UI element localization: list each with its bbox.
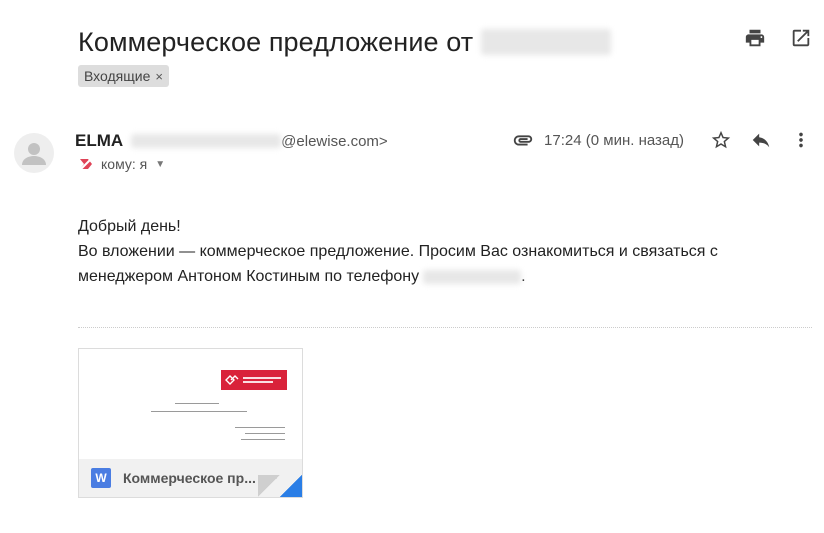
body-greeting: Добрый день! [78, 218, 181, 235]
sender-email: @elewise.com> [281, 132, 388, 150]
attachments-divider [78, 327, 812, 328]
label-chip-inbox[interactable]: Входящие × [78, 65, 169, 87]
star-icon[interactable] [710, 129, 732, 151]
email-subject-row: Коммерческое предложение от [78, 22, 612, 62]
paperclip-icon [513, 135, 533, 146]
message-time: 17:24 (0 мин. назад) [544, 131, 684, 149]
remove-label-icon[interactable]: × [155, 69, 163, 84]
word-doc-icon: W [91, 468, 111, 488]
sender-line: ELMA @elewise.com> [75, 131, 388, 151]
doc-line [235, 427, 285, 428]
attachment-filename: Коммерческое пр... [123, 470, 256, 486]
attachment-preview [79, 349, 302, 459]
label-chip-text: Входящие [84, 68, 151, 84]
redacted-sender-email [131, 134, 282, 148]
body-line-2: Во вложении — коммерческое предложение. … [78, 243, 718, 260]
body-line-3-prefix: менеджером Антоном Костиным по телефону [78, 268, 420, 285]
recipient-text: кому: я [101, 156, 148, 172]
body-line-3-suffix: . [521, 268, 526, 285]
page-fold-corner [280, 475, 302, 497]
email-body: Добрый день! Во вложении — коммерческое … [78, 214, 778, 289]
doc-line [151, 411, 247, 412]
message-meta: 17:24 (0 мин. назад) [512, 129, 812, 151]
attachment-card[interactable]: W Коммерческое пр... [78, 348, 303, 498]
body-line-3: менеджером Антоном Костиным по телефону. [78, 264, 778, 289]
sender-avatar[interactable] [14, 133, 54, 173]
recipient-line: кому: я ▼ [78, 156, 165, 172]
thread-actions [744, 27, 812, 49]
show-details-icon[interactable]: ▼ [155, 159, 165, 170]
bank-logo [221, 370, 287, 390]
doc-line [175, 403, 219, 404]
redacted-company-name [481, 29, 612, 55]
print-icon[interactable] [744, 27, 766, 49]
open-in-new-window-icon[interactable] [790, 27, 812, 49]
email-subject: Коммерческое предложение от [78, 26, 474, 57]
redacted-phone-number [423, 269, 522, 284]
reply-icon[interactable] [750, 129, 772, 151]
page-fold-shadow [258, 475, 280, 497]
doc-line [245, 433, 285, 434]
sender-name[interactable]: ELMA [75, 131, 123, 151]
more-vert-icon[interactable] [790, 129, 812, 151]
doc-line [241, 439, 285, 440]
important-marker-icon[interactable] [78, 156, 94, 172]
